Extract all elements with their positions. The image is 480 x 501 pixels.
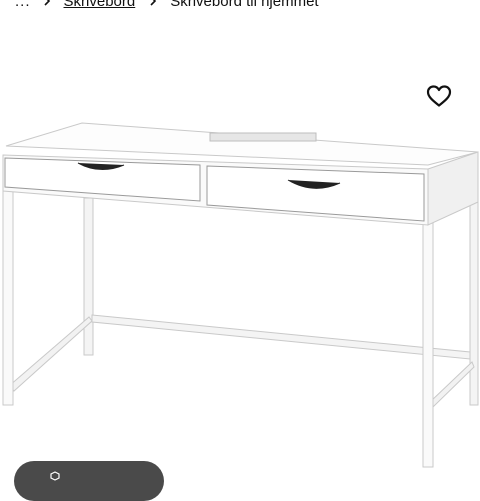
- chevron-right-icon: [43, 0, 51, 11]
- heart-outline-icon: [426, 85, 452, 107]
- product-image-desk[interactable]: [0, 115, 480, 480]
- breadcrumb-ellipsis[interactable]: ...: [15, 0, 31, 11]
- breadcrumb-link-skrivebord[interactable]: Skrivebord: [64, 0, 136, 11]
- favourite-button[interactable]: [424, 82, 454, 110]
- breadcrumb-current: Skrivebord til hjemmet: [170, 0, 319, 10]
- desk-illustration: [2, 122, 479, 468]
- view-in-3d-button[interactable]: [14, 461, 164, 501]
- breadcrumb: ... Skrivebord Skrivebord til hjemmet: [15, 0, 319, 11]
- chevron-right-icon: [149, 0, 157, 11]
